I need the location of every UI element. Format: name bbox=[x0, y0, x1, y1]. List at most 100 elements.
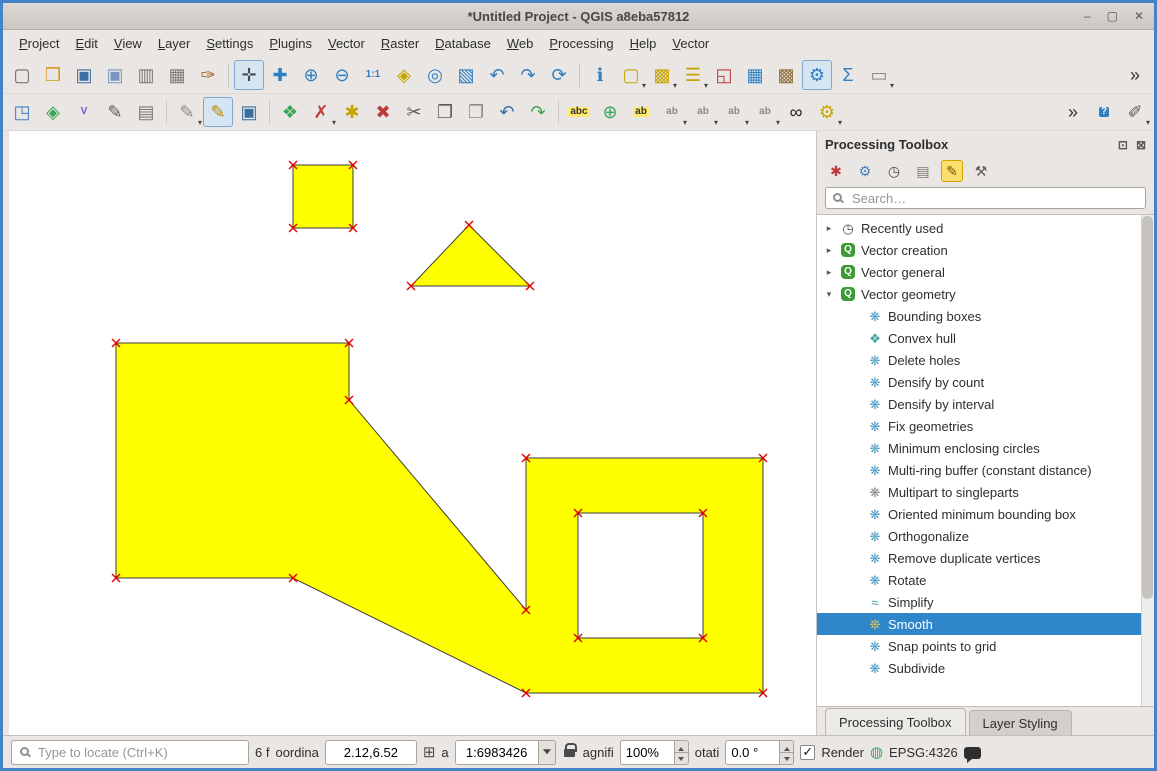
field-calculator-button[interactable]: ▩ bbox=[771, 60, 801, 90]
expander-icon[interactable]: ▾ bbox=[823, 289, 835, 300]
toolbar-extension-button[interactable]: » bbox=[1058, 97, 1088, 127]
results-viewer-button[interactable]: ▤ bbox=[912, 160, 934, 182]
change-label-button[interactable]: ab▾ bbox=[750, 97, 780, 127]
measure-button[interactable]: ▭▾ bbox=[864, 60, 894, 90]
new-shapefile-layer-button[interactable]: V bbox=[69, 97, 99, 127]
deselect-features-button[interactable]: ☰▾ bbox=[678, 60, 708, 90]
save-layer-edits-button[interactable]: ▣ bbox=[234, 97, 264, 127]
tree-item-remove-duplicate-vertices[interactable]: ❋Remove duplicate vertices bbox=[817, 547, 1154, 569]
magnifier-input[interactable] bbox=[620, 740, 674, 765]
tree-scrollbar[interactable] bbox=[1141, 215, 1154, 706]
scale-dropdown-button[interactable] bbox=[539, 740, 556, 765]
tree-item-vector-creation[interactable]: ▸QVector creation bbox=[817, 239, 1154, 261]
render-checkbox[interactable] bbox=[800, 745, 815, 760]
expander-icon[interactable]: ▸ bbox=[823, 267, 835, 278]
tree-item-delete-holes[interactable]: ❋Delete holes bbox=[817, 349, 1154, 371]
select-by-expression-button[interactable]: ▩▾ bbox=[647, 60, 677, 90]
options-button[interactable]: ⚒ bbox=[970, 160, 992, 182]
new-print-layout-button[interactable]: ▥ bbox=[131, 60, 161, 90]
new-virtual-layer-button[interactable]: ✎ bbox=[100, 97, 130, 127]
move-label-button[interactable]: ab▾ bbox=[719, 97, 749, 127]
show-hide-labels-button[interactable]: ab▾ bbox=[688, 97, 718, 127]
tree-item-densify-by-count[interactable]: ❋Densify by count bbox=[817, 371, 1154, 393]
style-manager-button[interactable]: ✑ bbox=[193, 60, 223, 90]
digitizing-tools-button[interactable]: ✐▾ bbox=[1120, 97, 1150, 127]
scrollbar-thumb[interactable] bbox=[1142, 216, 1153, 599]
tree-item-simplify[interactable]: ≈Simplify bbox=[817, 591, 1154, 613]
tree-item-orthogonalize[interactable]: ❋Orthogonalize bbox=[817, 525, 1154, 547]
layout-manager-button[interactable]: ▦ bbox=[162, 60, 192, 90]
pan-map-button[interactable]: ✛ bbox=[234, 60, 264, 90]
menu-project[interactable]: Project bbox=[11, 33, 67, 54]
menu-plugins[interactable]: Plugins bbox=[261, 33, 320, 54]
menu-layer[interactable]: Layer bbox=[150, 33, 199, 54]
maximize-button[interactable]: ▢ bbox=[1107, 9, 1118, 23]
toolbar-extension-button[interactable]: » bbox=[1120, 60, 1150, 90]
map-canvas[interactable] bbox=[9, 131, 816, 735]
select-features-button[interactable]: ▢▾ bbox=[616, 60, 646, 90]
nominatim-search-button[interactable]: ∞ bbox=[781, 97, 811, 127]
zoom-last-button[interactable]: ↶ bbox=[482, 60, 512, 90]
tree-item-densify-by-interval[interactable]: ❋Densify by interval bbox=[817, 393, 1154, 415]
paste-features-button[interactable]: ❐ bbox=[461, 97, 491, 127]
new-project-button[interactable]: ▢ bbox=[7, 60, 37, 90]
tree-item-vector-geometry[interactable]: ▾QVector geometry bbox=[817, 283, 1154, 305]
label-toolbar-button[interactable]: ab bbox=[626, 97, 656, 127]
tree-item-minimum-enclosing-circles[interactable]: ❋Minimum enclosing circles bbox=[817, 437, 1154, 459]
zoom-to-layer-button[interactable]: ▧ bbox=[451, 60, 481, 90]
tree-item-vector-general[interactable]: ▸QVector general bbox=[817, 261, 1154, 283]
tree-item-subdivide[interactable]: ❋Subdivide bbox=[817, 657, 1154, 679]
extent-icon[interactable]: ⊞ bbox=[423, 743, 436, 761]
zoom-next-button[interactable]: ↷ bbox=[513, 60, 543, 90]
identify-features-button[interactable]: ℹ bbox=[585, 60, 615, 90]
vertex-tool-button[interactable]: ✗▾ bbox=[306, 97, 336, 127]
menu-help[interactable]: Help bbox=[622, 33, 665, 54]
history-button[interactable]: ◷ bbox=[883, 160, 905, 182]
tree-item-rotate[interactable]: ❋Rotate bbox=[817, 569, 1154, 591]
menu-processing[interactable]: Processing bbox=[541, 33, 621, 54]
coordinate-input[interactable] bbox=[325, 740, 417, 765]
open-attribute-table-button[interactable]: ▦ bbox=[740, 60, 770, 90]
layer-diagram-options-button[interactable]: ⊕ bbox=[595, 97, 625, 127]
redo-button[interactable]: ↷ bbox=[523, 97, 553, 127]
tree-item-multi-ring-buffer-constant-distance[interactable]: ❋Multi-ring buffer (constant distance) bbox=[817, 459, 1154, 481]
menu-database[interactable]: Database bbox=[427, 33, 499, 54]
processing-toolbox-button[interactable]: ⚙ bbox=[802, 60, 832, 90]
crs-icon[interactable]: ◍ bbox=[870, 743, 883, 761]
algorithms-filter-button[interactable]: ✱ bbox=[825, 160, 847, 182]
zoom-in-button[interactable]: ⊕ bbox=[296, 60, 326, 90]
expander-icon[interactable]: ▸ bbox=[823, 245, 835, 256]
tree-item-snap-points-to-grid[interactable]: ❋Snap points to grid bbox=[817, 635, 1154, 657]
open-project-button[interactable]: ❒ bbox=[38, 60, 68, 90]
current-edits-button[interactable]: ✎▾ bbox=[172, 97, 202, 127]
edit-menu-button[interactable]: ⚙▾ bbox=[812, 97, 842, 127]
new-temporary-layer-button[interactable]: ▤ bbox=[131, 97, 161, 127]
menu-vector[interactable]: Vector bbox=[320, 33, 373, 54]
tree-item-smooth[interactable]: ❊Smooth bbox=[817, 613, 1154, 635]
edit-features-in-place-button[interactable]: ✎ bbox=[941, 160, 963, 182]
menu-edit[interactable]: Edit bbox=[67, 33, 105, 54]
models-button[interactable]: ⚙ bbox=[854, 160, 876, 182]
float-panel-button[interactable]: ⊡ bbox=[1118, 138, 1128, 152]
layer-labeling-options-button[interactable]: abc bbox=[564, 97, 594, 127]
menu-web[interactable]: Web bbox=[499, 33, 542, 54]
menu-vector[interactable]: Vector bbox=[664, 33, 717, 54]
zoom-native-button[interactable]: 1:1 bbox=[358, 60, 388, 90]
zoom-full-button[interactable]: ◈ bbox=[389, 60, 419, 90]
close-panel-button[interactable]: ⊠ bbox=[1136, 138, 1146, 152]
tree-item-convex-hull[interactable]: ❖Convex hull bbox=[817, 327, 1154, 349]
scale-input[interactable] bbox=[455, 740, 539, 765]
close-button[interactable]: ✕ bbox=[1134, 9, 1144, 23]
zoom-out-button[interactable]: ⊖ bbox=[327, 60, 357, 90]
zoom-to-selection-button[interactable]: ◎ bbox=[420, 60, 450, 90]
statistical-summary-button[interactable]: Σ bbox=[833, 60, 863, 90]
tree-item-multipart-to-singleparts[interactable]: ❋Multipart to singleparts bbox=[817, 481, 1154, 503]
tree-item-oriented-minimum-bounding-box[interactable]: ❋Oriented minimum bounding box bbox=[817, 503, 1154, 525]
locate-input[interactable] bbox=[12, 744, 248, 761]
toolbox-search-input[interactable] bbox=[825, 187, 1146, 209]
crs-label[interactable]: EPSG:4326 bbox=[889, 745, 958, 760]
lock-scale-icon[interactable] bbox=[564, 749, 575, 757]
expander-icon[interactable]: ▸ bbox=[823, 223, 835, 234]
titlebar[interactable]: *Untitled Project - QGIS a8eba57812 –▢✕ bbox=[3, 3, 1154, 30]
menu-settings[interactable]: Settings bbox=[198, 33, 261, 54]
